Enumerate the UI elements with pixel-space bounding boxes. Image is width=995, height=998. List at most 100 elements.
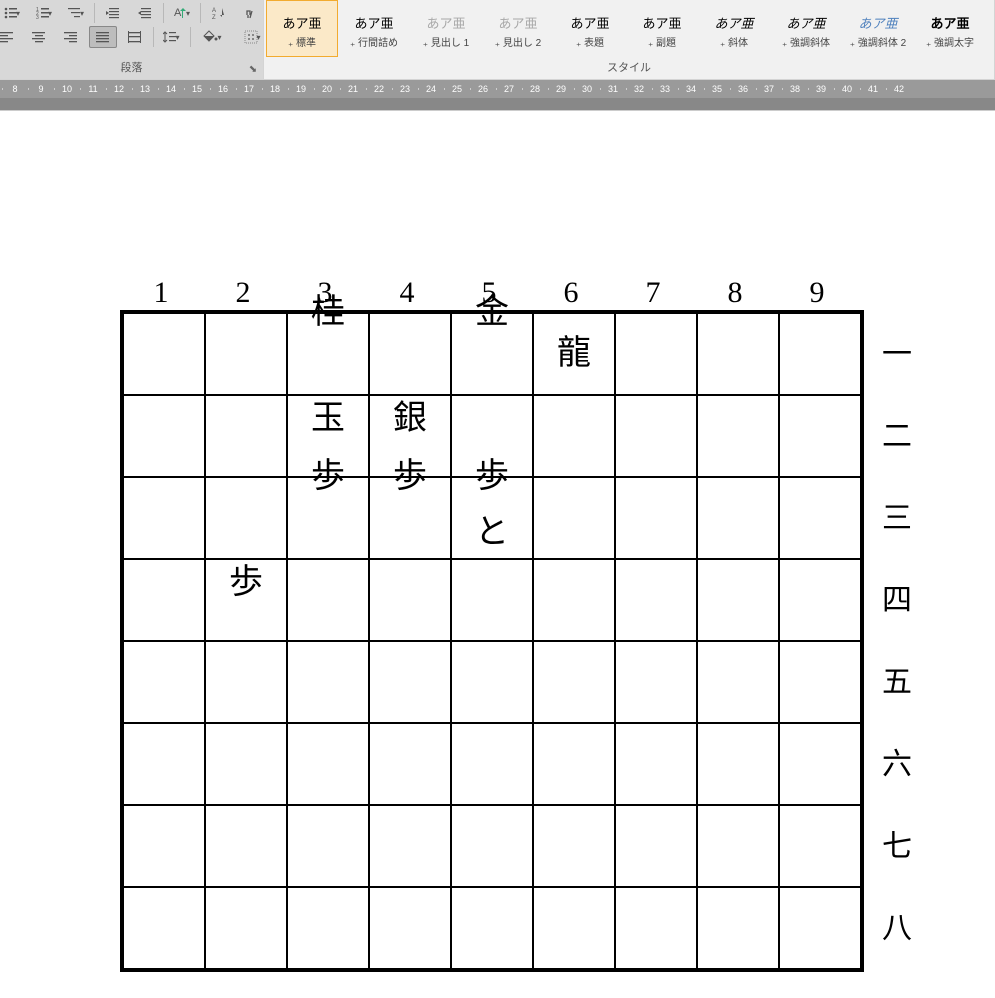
board-cell xyxy=(451,641,533,723)
board-cell xyxy=(369,641,451,723)
board-row: 歩 xyxy=(123,559,861,641)
board-cell xyxy=(451,723,533,805)
style-item[interactable]: あア亜₊ 強調斜体 2 xyxy=(842,0,914,57)
text-direction-button[interactable]: A▾ xyxy=(168,2,196,24)
style-name: ₊ 表題 xyxy=(576,32,604,51)
styles-group: あア亜₊ 標準あア亜₊ 行間詰めあア亜₊ 見出し 1あア亜₊ 見出し 2あア亜₊… xyxy=(264,0,995,79)
style-name: ₊ 強調斜体 2 xyxy=(850,32,906,51)
align-justify-button[interactable] xyxy=(89,26,117,48)
shogi-piece: 歩 xyxy=(311,460,345,494)
shogi-piece: と xyxy=(475,516,509,550)
board-cell xyxy=(697,641,779,723)
board-cell xyxy=(287,559,369,641)
multilevel-list-button[interactable]: ▾ xyxy=(62,2,90,24)
style-item[interactable]: あア亜₊ 見出し 2 xyxy=(482,0,554,57)
style-item[interactable]: あア亜₊ 強調太字 xyxy=(914,0,986,57)
style-preview: あア亜 xyxy=(426,7,465,32)
paragraph-row-2: ▾ ▾ ▾ xyxy=(0,26,271,48)
ruler-tick: 23 xyxy=(392,84,418,94)
board-cell xyxy=(369,723,451,805)
ruler-tick: 32 xyxy=(626,84,652,94)
shogi-piece: 桂 xyxy=(311,296,345,330)
svg-text:3: 3 xyxy=(36,15,39,19)
style-item[interactable]: あア亜₊ 見出し 1 xyxy=(410,0,482,57)
board-row xyxy=(123,723,861,805)
ruler-tick: 22 xyxy=(366,84,392,94)
style-item[interactable]: あア亜₊ 斜体 xyxy=(698,0,770,57)
row-header: 三 xyxy=(882,474,912,556)
numbered-list-button[interactable]: 123▾ xyxy=(30,2,58,24)
board-cell xyxy=(697,723,779,805)
column-header: 8 xyxy=(694,276,776,310)
increase-indent-button[interactable] xyxy=(131,2,159,24)
ruler-tick: 35 xyxy=(704,84,730,94)
ruler-tick: 13 xyxy=(132,84,158,94)
board-cell xyxy=(451,559,533,641)
style-item[interactable]: あア亜₊ 強調斜体 xyxy=(770,0,842,57)
board-cell xyxy=(123,395,205,477)
row-header: 一 xyxy=(882,310,912,392)
shogi-piece: 歩 xyxy=(229,566,263,600)
ruler-tick: 39 xyxy=(808,84,834,94)
ruler-tick: 18 xyxy=(262,84,288,94)
separator xyxy=(163,3,164,23)
style-preview: あア亜 xyxy=(354,7,393,32)
board-row: 桂金龍 xyxy=(123,313,861,395)
styles-label-text: スタイル xyxy=(607,62,651,74)
svg-text:A: A xyxy=(174,7,182,19)
align-distribute-button[interactable] xyxy=(121,26,149,48)
style-name: ₊ 見出し 1 xyxy=(423,32,469,51)
ruler-ticks: 6789101112131415161718192021222324252627… xyxy=(0,80,912,98)
separator xyxy=(200,3,201,23)
column-header: 7 xyxy=(612,276,694,310)
board-cell xyxy=(779,559,861,641)
ruler-tick: 28 xyxy=(522,84,548,94)
page[interactable]: 123456789 桂金龍玉銀歩歩歩と歩 一二三四五六七八 xyxy=(0,110,995,998)
ruler-tick: 17 xyxy=(236,84,262,94)
style-preview: あア亜 xyxy=(642,7,681,32)
shading-button[interactable]: ▾ xyxy=(195,26,231,48)
sort-button[interactable]: AZ xyxy=(205,2,233,24)
board-cell xyxy=(287,805,369,887)
style-item[interactable]: あア亜₊ 表題 xyxy=(554,0,626,57)
ruler-tick: 16 xyxy=(210,84,236,94)
ruler-tick: 21 xyxy=(340,84,366,94)
board-cell xyxy=(287,723,369,805)
board-cell xyxy=(779,313,861,395)
board-cell xyxy=(533,805,615,887)
horizontal-ruler[interactable]: 6789101112131415161718192021222324252627… xyxy=(0,80,995,98)
paragraph-dialog-launcher[interactable]: ⬊ xyxy=(247,64,259,76)
style-preview: あア亜 xyxy=(786,7,825,32)
ruler-tick: 20 xyxy=(314,84,340,94)
line-spacing-button[interactable]: ▾ xyxy=(158,26,186,48)
svg-text:A: A xyxy=(212,8,216,14)
style-preview: あア亜 xyxy=(498,7,537,32)
style-item[interactable]: あア亜₊ 行間詰め xyxy=(338,0,410,57)
board-cell xyxy=(533,887,615,969)
bullet-list-button[interactable]: ▾ xyxy=(0,2,26,24)
shogi-board-wrapper: 123456789 桂金龍玉銀歩歩歩と歩 一二三四五六七八 xyxy=(120,276,912,972)
ruler-tick: 37 xyxy=(756,84,782,94)
align-right-button[interactable] xyxy=(57,26,85,48)
ruler-tick: 10 xyxy=(54,84,80,94)
align-left-button[interactable] xyxy=(0,26,21,48)
align-center-button[interactable] xyxy=(25,26,53,48)
board-cell xyxy=(697,313,779,395)
board-row xyxy=(123,805,861,887)
board-cell xyxy=(615,559,697,641)
row-header: 二 xyxy=(882,392,912,474)
row-header: 六 xyxy=(882,720,912,802)
style-preview: あア亜 xyxy=(930,7,969,32)
style-item[interactable]: あア亜₊ 標準 xyxy=(266,0,338,57)
board-cell: 歩と xyxy=(451,477,533,559)
column-header: 4 xyxy=(366,276,448,310)
board-cell xyxy=(533,477,615,559)
document-background: 123456789 桂金龍玉銀歩歩歩と歩 一二三四五六七八 xyxy=(0,98,995,998)
board-cell xyxy=(123,313,205,395)
show-marks-button[interactable] xyxy=(237,2,265,24)
board-cell xyxy=(369,887,451,969)
styles-group-label: スタイル xyxy=(264,57,994,79)
board-cell xyxy=(779,723,861,805)
decrease-indent-button[interactable] xyxy=(99,2,127,24)
style-item[interactable]: あア亜₊ 副題 xyxy=(626,0,698,57)
